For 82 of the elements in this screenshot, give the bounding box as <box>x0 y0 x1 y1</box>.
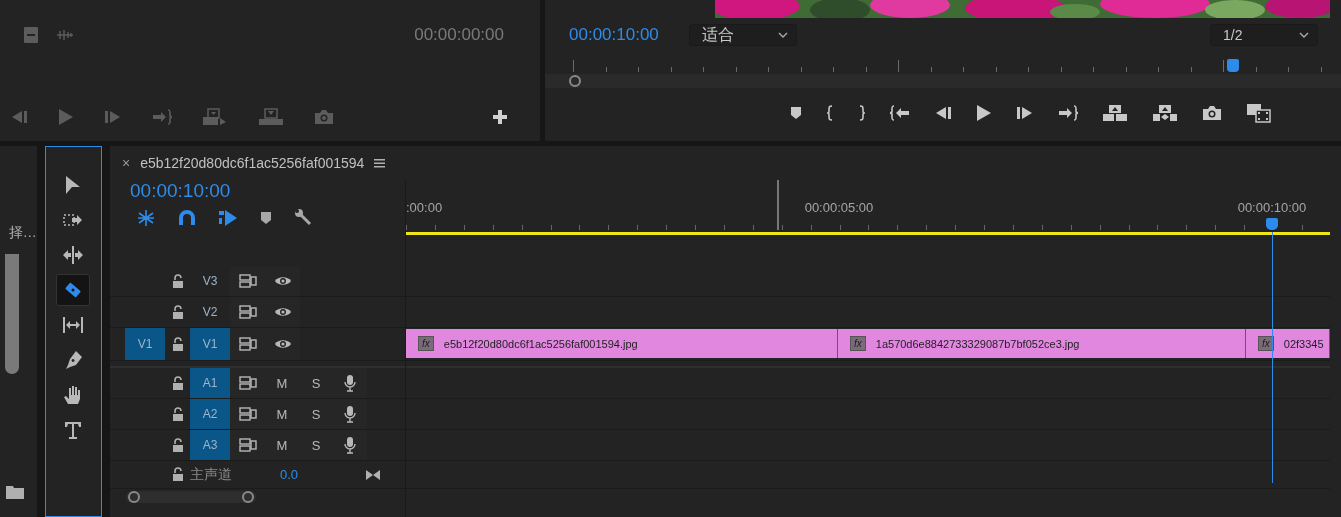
nest-sequence-icon[interactable] <box>136 209 156 227</box>
timecode: 00:00:00:00 <box>414 25 504 45</box>
marker-icon[interactable] <box>260 211 272 225</box>
caret-icon <box>1299 32 1309 38</box>
step-forward-icon[interactable] <box>1016 105 1034 121</box>
scrollbar[interactable] <box>4 254 19 374</box>
track-label[interactable]: A1 <box>190 368 230 398</box>
comparison-view-icon[interactable] <box>1246 103 1272 123</box>
solo-button[interactable]: S <box>311 375 321 391</box>
ruler-label: 00:00:05:00 <box>804 200 874 215</box>
track-output-icon[interactable] <box>238 376 257 390</box>
track-label[interactable]: A2 <box>190 399 230 429</box>
eye-icon[interactable] <box>273 338 292 350</box>
track-label[interactable]: V1 <box>190 328 230 360</box>
lock-icon[interactable] <box>171 437 184 453</box>
volume-value[interactable]: 0.0 <box>280 467 360 482</box>
lock-icon[interactable] <box>171 336 184 352</box>
mute-button[interactable]: M <box>276 406 288 422</box>
track-label[interactable]: V2 <box>190 297 230 327</box>
extract-icon[interactable] <box>1152 104 1178 122</box>
track-label[interactable]: A3 <box>190 430 230 460</box>
playhead[interactable] <box>1227 59 1240 72</box>
track-output-icon[interactable] <box>238 305 257 319</box>
mute-button[interactable]: M <box>276 437 288 453</box>
zoom-scrollbar[interactable] <box>126 491 256 503</box>
zoom-dropdown[interactable]: 适合 <box>688 24 797 46</box>
track-label: 主声道 <box>190 465 233 484</box>
menu-icon[interactable] <box>374 158 386 168</box>
clip-name: 02f3345 <box>1283 337 1324 350</box>
fx-badge: fx <box>418 336 434 351</box>
track-output-icon[interactable] <box>238 407 257 421</box>
panel-label: 择… <box>8 224 37 242</box>
microphone-icon[interactable] <box>344 405 356 423</box>
eye-icon[interactable] <box>273 306 292 318</box>
step-back-icon[interactable] <box>934 105 952 121</box>
eye-icon[interactable] <box>273 275 292 287</box>
track-output-icon[interactable] <box>238 274 257 288</box>
clip[interactable]: fx 1a570d6e8842733329087b7bf052ce3.jpg <box>838 329 1246 358</box>
ruler-label: 00:00:10:00 <box>1237 200 1307 215</box>
marker-icon[interactable] <box>790 106 802 120</box>
track-label[interactable]: V3 <box>190 266 230 296</box>
clip-name: e5b12f20d80dc6f1ac5256faf001594.jpg <box>443 337 638 350</box>
go-to-in-icon[interactable] <box>890 105 910 121</box>
magnet-icon[interactable] <box>178 210 196 226</box>
track-output-icon[interactable] <box>238 438 257 452</box>
mark-out-icon[interactable] <box>858 105 866 121</box>
add-icon[interactable] <box>492 109 508 125</box>
lock-icon[interactable] <box>171 273 184 289</box>
camera-icon[interactable] <box>1202 105 1222 121</box>
solo-button[interactable]: S <box>311 406 321 422</box>
track-output-icon[interactable] <box>238 337 257 351</box>
resolution-dropdown[interactable]: 1/2 <box>1210 24 1318 46</box>
clip[interactable]: fx e5b12f20d80dc6f1ac5256faf001594.jpg <box>406 329 838 358</box>
playhead[interactable] <box>1265 218 1278 230</box>
caret-icon <box>777 32 788 38</box>
lock-icon[interactable] <box>171 406 184 422</box>
linked-selection-icon[interactable] <box>218 209 238 227</box>
lock-icon[interactable] <box>171 467 184 482</box>
ruler-label: :00:00 <box>406 200 443 215</box>
timecode: 00:00:10:00 <box>130 180 231 202</box>
clip[interactable]: fx 02f3345 <box>1246 329 1330 358</box>
lock-icon[interactable] <box>171 304 184 320</box>
play-icon[interactable] <box>976 104 992 122</box>
wrench-icon[interactable] <box>294 208 314 228</box>
lift-icon[interactable] <box>1102 104 1128 122</box>
scrubber-handle[interactable] <box>569 75 581 87</box>
clip-name: 1a570d6e8842733329087b7bf052ce3.jpg <box>875 337 1080 350</box>
microphone-icon[interactable] <box>344 374 356 392</box>
microphone-icon[interactable] <box>344 436 356 454</box>
solo-button[interactable]: S <box>311 437 321 453</box>
mark-in-icon[interactable] <box>826 105 834 121</box>
folder-icon[interactable] <box>6 485 24 499</box>
close-button[interactable]: × <box>122 155 131 171</box>
razor-icon[interactable] <box>56 274 91 306</box>
go-to-out-icon[interactable] <box>1058 105 1078 121</box>
lock-icon[interactable] <box>171 375 184 391</box>
timecode: 00:00:10:00 <box>569 25 659 45</box>
sequence-tab[interactable]: e5b12f20d80dc6f1ac5256faf001594 <box>140 155 365 171</box>
bowtie-icon[interactable] <box>364 468 381 481</box>
fx-badge: fx <box>850 336 866 351</box>
mute-button[interactable]: M <box>276 375 288 391</box>
source-patch[interactable]: V1 <box>125 328 165 360</box>
